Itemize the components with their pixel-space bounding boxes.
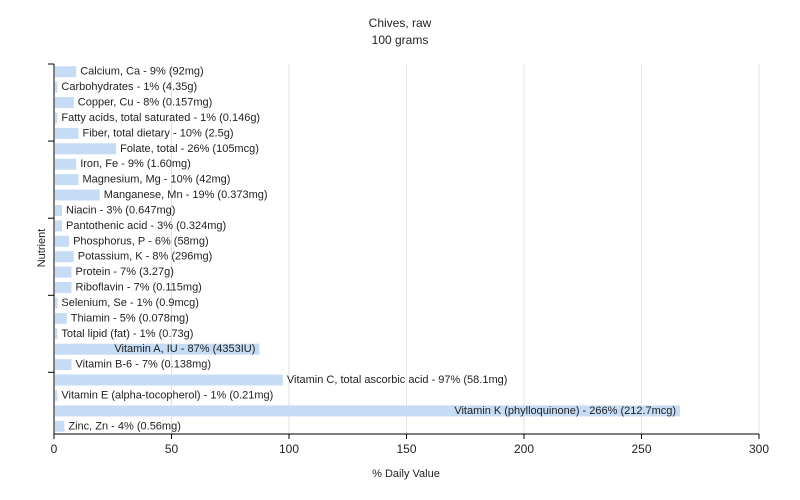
bar-14 <box>55 282 72 293</box>
bar-1 <box>55 81 58 93</box>
bar-label-10: Pantothenic acid - 3% (0.324mg) <box>66 220 226 232</box>
bar-11 <box>55 235 70 247</box>
bar-label-4: Fiber, total dietary - 10% (2.5g) <box>83 127 234 139</box>
bar-15 <box>55 297 58 309</box>
bar-label-22: Vitamin K (phylloquinone) - 266% (212.7m… <box>454 405 676 417</box>
bar-9 <box>55 205 62 216</box>
bar-label-8: Manganese, Mn - 19% (0.373mg) <box>104 189 268 201</box>
x-tick-label-4: 200 <box>514 442 534 456</box>
bar-label-18: Vitamin A, IU - 87% (4353IU) <box>114 343 255 355</box>
bar-label-21: Vitamin E (alpha-tocopherol) - 1% (0.21m… <box>61 390 273 402</box>
bar-23 <box>55 420 65 432</box>
bar-5 <box>55 143 117 155</box>
bar-label-0: Calcium, Ca - 9% (92mg) <box>80 66 203 78</box>
bar-17 <box>55 328 58 340</box>
bar-6 <box>55 158 77 170</box>
bar-20 <box>55 374 283 386</box>
chart-title: Chives, raw <box>369 16 432 30</box>
bar-label-11: Phosphorus, P - 6% (58mg) <box>73 235 209 247</box>
chart-subtitle: 100 grams <box>372 33 429 47</box>
bar-3 <box>55 112 58 124</box>
bar-label-16: Thiamin - 5% (0.078mg) <box>71 312 189 324</box>
bar-label-6: Iron, Fe - 9% (1.60mg) <box>80 158 191 170</box>
bar-label-23: Zinc, Zn - 4% (0.56mg) <box>68 420 180 432</box>
bar-label-15: Selenium, Se - 1% (0.9mcg) <box>61 297 199 309</box>
bar-label-14: Riboflavin - 7% (0.115mg) <box>76 282 202 294</box>
bar-4 <box>55 127 79 139</box>
bar-2 <box>55 97 74 108</box>
bar-19 <box>55 359 72 371</box>
bar-label-20: Vitamin C, total ascorbic acid - 97% (58… <box>287 374 508 386</box>
bar-8 <box>55 189 100 201</box>
y-axis-label: Nutrient <box>36 229 48 268</box>
bar-label-17: Total lipid (fat) - 1% (0.73g) <box>61 328 193 340</box>
x-tick-label-3: 150 <box>396 442 416 456</box>
bar-label-2: Copper, Cu - 8% (0.157mg) <box>78 97 213 109</box>
bar-label-7: Magnesium, Mg - 10% (42mg) <box>83 174 231 186</box>
chart: Chives, raw 100 grams % Daily Value Nutr… <box>0 0 800 500</box>
bar-0 <box>55 66 77 78</box>
x-tick-label-1: 50 <box>165 442 179 456</box>
bar-label-9: Niacin - 3% (0.647mg) <box>66 205 175 217</box>
bars-group: Calcium, Ca - 9% (92mg) Carbohydrates - 1… <box>55 66 681 432</box>
x-tick-label-5: 250 <box>631 442 651 456</box>
x-axis-label: % Daily Value <box>372 468 440 480</box>
x-tick-label-0: 0 <box>51 442 58 456</box>
x-tick-label-6: 300 <box>749 442 769 456</box>
bar-7 <box>55 174 79 186</box>
bar-10 <box>55 220 62 232</box>
bar-16 <box>55 312 67 324</box>
bar-label-12: Potassium, K - 8% (296mg) <box>78 251 213 263</box>
bar-label-19: Vitamin B-6 - 7% (0.138mg) <box>76 359 212 371</box>
x-tick-label-2: 100 <box>279 442 299 456</box>
bar-label-13: Protein - 7% (3.27g) <box>76 266 174 278</box>
bar-12 <box>55 251 74 263</box>
bar-label-1: Carbohydrates - 1% (4.35g) <box>61 81 197 93</box>
bar-label-5: Folate, total - 26% (105mcg) <box>120 143 259 155</box>
bar-13 <box>55 266 72 278</box>
bar-21 <box>55 390 58 401</box>
bar-chart-svg: Chives, raw 100 grams % Daily Value Nutr… <box>36 16 769 480</box>
bar-label-3: Fatty acids, total saturated - 1% (0.146… <box>61 112 260 124</box>
